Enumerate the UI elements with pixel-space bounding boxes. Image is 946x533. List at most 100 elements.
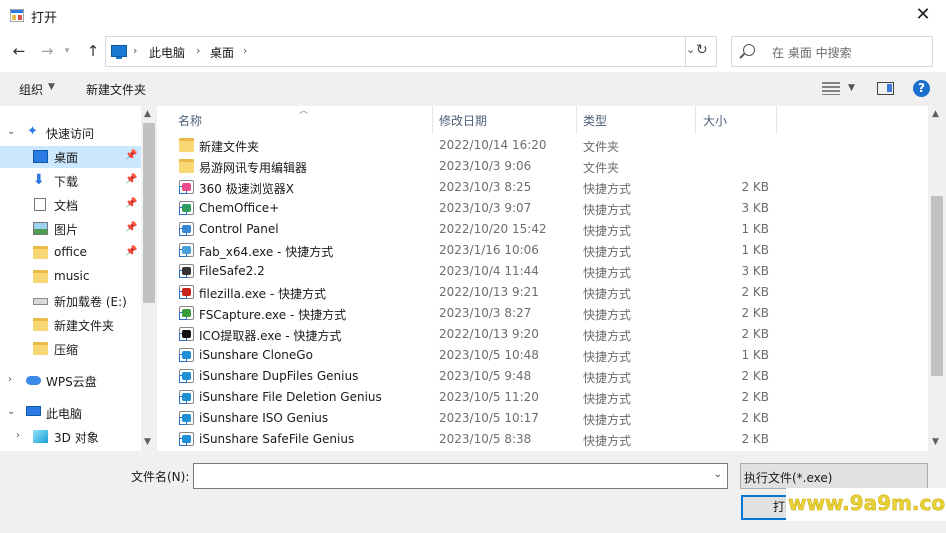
ico-extractor-icon: [179, 327, 194, 341]
column-date[interactable]: 修改日期: [439, 112, 487, 129]
help-icon[interactable]: ?: [913, 80, 930, 97]
navigation-bar: ← → ▾ ↑ › 此电脑 › 桌面 › ⌄ ↻ 在 桌面 中搜索: [0, 32, 946, 72]
sidebar-scrollbar[interactable]: ▲ ▼: [141, 106, 157, 451]
table-row[interactable]: FileSafe2.2 2023/10/4 11:44 快捷方式 3 KB: [173, 261, 913, 282]
file-type-filter[interactable]: 执行文件(*.exe): [740, 463, 928, 489]
table-row[interactable]: filezilla.exe - 快捷方式 2022/10/13 9:21 快捷方式 2…: [173, 282, 913, 303]
table-row[interactable]: iSunshare DupFiles Genius 2023/10/5 9:48 快…: [173, 366, 913, 387]
file-size: 1 KB: [741, 243, 769, 257]
table-row[interactable]: iSunshare ISO Genius 2023/10/5 10:17 快捷方式 2…: [173, 408, 913, 429]
table-row[interactable]: Fab_x64.exe - 快捷方式 2023/1/16 10:06 快捷方式 1 K…: [173, 240, 913, 261]
refresh-icon[interactable]: ↻: [696, 42, 708, 58]
sidebar-item-this-pc[interactable]: ⌄ 此电脑: [0, 402, 141, 424]
preview-pane-icon[interactable]: [877, 82, 894, 95]
table-row[interactable]: 易游网讯专用编辑器 2023/10/3 9:06 文件夹: [173, 156, 913, 177]
search-input[interactable]: 在 桌面 中搜索: [772, 44, 852, 61]
breadcrumb-this-pc[interactable]: 此电脑: [149, 44, 185, 61]
table-row[interactable]: 新建文件夹 2022/10/14 16:20 文件夹: [173, 135, 913, 156]
file-date: 2022/10/13 9:20: [439, 327, 539, 341]
sidebar-item-office[interactable]: office 📌: [0, 242, 141, 264]
file-type: 快捷方式: [583, 266, 632, 280]
column-divider[interactable]: [432, 106, 433, 134]
sidebar-item-label: 3D 对象: [54, 431, 99, 445]
sidebar-item-documents[interactable]: 文档 📌: [0, 194, 141, 216]
close-button[interactable]: ✕: [900, 0, 946, 32]
address-history-dropdown[interactable]: ⌄: [686, 43, 695, 56]
scroll-up-icon[interactable]: ▲: [932, 109, 939, 119]
pin-icon: 📌: [125, 246, 138, 257]
breadcrumb-separator-icon[interactable]: ›: [243, 44, 247, 57]
chevron-right-icon[interactable]: ›: [16, 430, 20, 441]
star-icon: ✦: [27, 124, 38, 139]
watermark: www.9a9m.com: [786, 488, 946, 521]
pin-icon: 📌: [125, 198, 138, 209]
breadcrumb-desktop[interactable]: 桌面: [210, 44, 234, 61]
file-name: FSCapture.exe - 快捷方式: [199, 308, 347, 322]
table-row[interactable]: Control Panel 2022/10/20 15:42 快捷方式 1 KB: [173, 219, 913, 240]
file-size: 3 KB: [741, 264, 769, 278]
view-dropdown-chevron-icon[interactable]: ▼: [848, 83, 855, 93]
table-row[interactable]: ICO提取器.exe - 快捷方式 2022/10/13 9:20 快捷方式 2 KB: [173, 324, 913, 345]
column-size[interactable]: 大小: [703, 112, 727, 129]
forward-button[interactable]: →: [36, 40, 58, 62]
file-type: 文件夹: [583, 161, 620, 175]
sidebar-item-label: 桌面: [54, 151, 79, 165]
sidebar-item-pictures[interactable]: 图片 📌: [0, 218, 141, 240]
folder-icon: [33, 246, 48, 259]
cloud-icon: [26, 376, 41, 385]
column-divider[interactable]: [576, 106, 577, 134]
arrow-right-icon: →: [40, 42, 54, 60]
file-list-scrollbar-thumb[interactable]: [931, 196, 943, 376]
file-size: 1 KB: [741, 348, 769, 362]
file-date: 2022/10/14 16:20: [439, 138, 547, 152]
column-type[interactable]: 类型: [583, 112, 607, 129]
chevron-down-icon[interactable]: ⌄: [7, 126, 15, 137]
sidebar-item-wps-cloud[interactable]: › WPS云盘: [0, 370, 141, 392]
recent-locations-button[interactable]: ▾: [60, 40, 74, 62]
chevron-down-icon[interactable]: ⌄: [714, 469, 722, 480]
table-row[interactable]: 360 极速浏览器X 2023/10/3 8:25 快捷方式 2 KB: [173, 177, 913, 198]
view-options-icon[interactable]: [822, 82, 840, 95]
sidebar-item-music[interactable]: music: [0, 266, 141, 288]
chevron-down-icon[interactable]: ⌄: [7, 406, 15, 417]
table-row[interactable]: ChemOffice+ 2023/10/3 9:07 快捷方式 3 KB: [173, 198, 913, 219]
breadcrumb-separator-icon[interactable]: ›: [196, 44, 200, 57]
organize-menu[interactable]: 组织: [19, 81, 43, 98]
desktop-icon: [33, 150, 48, 163]
table-row[interactable]: iSunshare CloneGo 2023/10/5 10:48 快捷方式 1 KB: [173, 345, 913, 366]
sidebar-item-drive-e[interactable]: 新加载卷 (E:): [0, 290, 141, 312]
scroll-up-icon[interactable]: ▲: [144, 109, 151, 119]
file-type: 快捷方式: [583, 371, 632, 385]
column-divider[interactable]: [776, 106, 777, 134]
document-icon: [34, 198, 46, 211]
sidebar-item-quick-access[interactable]: ⌄ ✦ 快速访问: [0, 122, 141, 144]
sidebar-item-label: office: [54, 245, 87, 259]
sidebar-item-new-folder[interactable]: 新建文件夹: [0, 314, 141, 336]
column-name[interactable]: 名称: [178, 112, 202, 129]
address-bar[interactable]: › 此电脑 › 桌面 › ⌄ ↻: [105, 36, 717, 67]
back-button[interactable]: ←: [8, 40, 30, 62]
file-size: 2 KB: [741, 369, 769, 383]
scroll-down-icon[interactable]: ▼: [932, 437, 939, 447]
sidebar-scrollbar-thumb[interactable]: [143, 123, 155, 303]
file-list-scrollbar[interactable]: ▲ ▼: [928, 106, 946, 451]
file-type: 快捷方式: [583, 182, 632, 196]
up-button[interactable]: ↑: [82, 40, 104, 62]
scroll-down-icon[interactable]: ▼: [144, 437, 151, 447]
sidebar-item-desktop[interactable]: 桌面 📌: [0, 146, 141, 168]
new-folder-button[interactable]: 新建文件夹: [86, 81, 146, 98]
sidebar-item-downloads[interactable]: ⬇ 下载 📌: [0, 170, 141, 192]
folder-icon: [33, 270, 48, 283]
sidebar-item-compressed[interactable]: 压缩: [0, 338, 141, 360]
table-row[interactable]: FSCapture.exe - 快捷方式 2023/10/3 8:27 快捷方式 2 …: [173, 303, 913, 324]
column-divider[interactable]: [695, 106, 696, 134]
file-size: 1 KB: [741, 222, 769, 236]
search-box[interactable]: 在 桌面 中搜索: [731, 36, 933, 67]
table-row[interactable]: iSunshare SafeFile Genius 2023/10/5 8:38 快…: [173, 429, 913, 450]
chevron-right-icon[interactable]: ›: [8, 374, 12, 385]
filename-field[interactable]: ⌄: [193, 463, 728, 489]
sidebar-item-3d-objects[interactable]: › 3D 对象: [0, 426, 141, 448]
breadcrumb-separator-icon[interactable]: ›: [133, 44, 137, 57]
table-row[interactable]: iSunshare File Deletion Genius 2023/10/5 …: [173, 387, 913, 408]
file-name: iSunshare DupFiles Genius: [199, 369, 359, 383]
